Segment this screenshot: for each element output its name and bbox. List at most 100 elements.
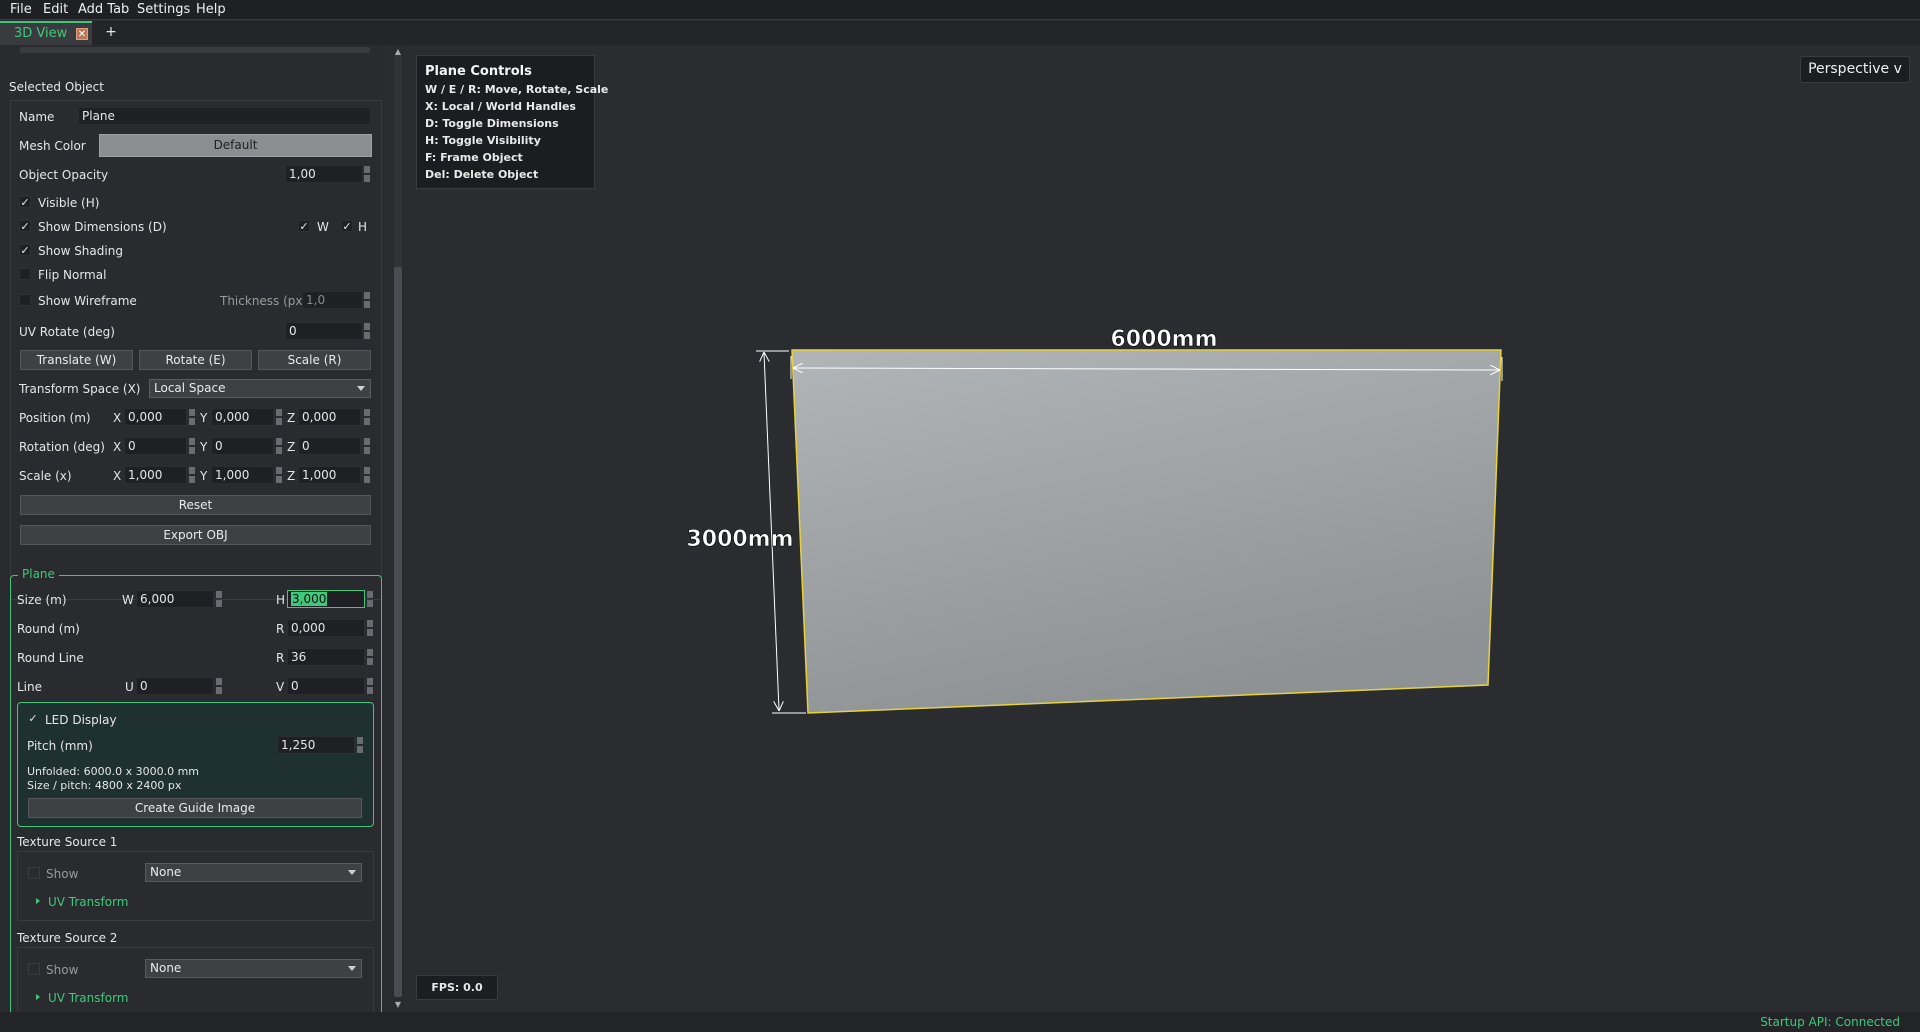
transform-space-label: Transform Space (X) — [19, 382, 141, 396]
show-shading-checkbox[interactable]: ✓ — [19, 244, 31, 256]
size-h-field[interactable]: 3,000 — [287, 590, 365, 608]
rotation-x-stepper[interactable] — [189, 437, 195, 455]
texture-1-uv-transform[interactable]: UV Transform — [48, 895, 129, 909]
scale-z-stepper[interactable] — [364, 466, 370, 484]
chevron-down-icon — [348, 966, 356, 971]
line-u-stepper[interactable] — [216, 677, 222, 695]
controls-line: Del: Delete Object — [425, 168, 539, 181]
round-stepper[interactable] — [367, 619, 373, 637]
uv-rotate-stepper[interactable] — [364, 322, 370, 340]
add-tab-button[interactable]: + — [100, 24, 122, 42]
rotation-z-stepper[interactable] — [364, 437, 370, 455]
thickness-field[interactable]: 1,0 — [302, 291, 363, 309]
led-display-checkbox[interactable]: ✓ — [27, 713, 39, 725]
scale-y-field[interactable]: 1,000 — [211, 466, 274, 484]
visible-checkbox[interactable]: ✓ — [19, 196, 31, 208]
scroll-down-icon[interactable]: ▼ — [393, 1000, 403, 1010]
flip-normal-checkbox[interactable] — [19, 268, 31, 280]
size-w-stepper[interactable] — [216, 590, 222, 608]
position-x-stepper[interactable] — [189, 408, 195, 426]
scale-button[interactable]: Scale (R) — [258, 350, 371, 370]
scale-z-axis: Z — [287, 469, 296, 483]
position-y-stepper[interactable] — [276, 408, 282, 426]
mesh-color-button[interactable]: Default — [99, 134, 372, 157]
mesh-color-label: Mesh Color — [19, 139, 86, 153]
texture-2-show-label: Show — [46, 963, 79, 977]
width-dimension-label: 6000mm — [1110, 327, 1217, 352]
position-z-field[interactable]: 0,000 — [298, 408, 361, 426]
dim-w-checkbox[interactable]: ✓ — [298, 220, 310, 232]
line-v-field[interactable]: 0 — [287, 677, 365, 695]
reset-button[interactable]: Reset — [20, 495, 371, 515]
caret-right-icon[interactable] — [36, 898, 40, 904]
transform-space-select[interactable]: Local Space — [149, 379, 371, 398]
rotation-z-field[interactable]: 0 — [298, 437, 361, 455]
round-line-stepper[interactable] — [367, 648, 373, 666]
panel-scrollbar[interactable]: ▲ ▼ — [392, 45, 404, 1012]
pitch-field[interactable]: 1,250 — [277, 736, 355, 754]
position-z-stepper[interactable] — [364, 408, 370, 426]
tab-bar: 3D View ✕ + — [0, 21, 1920, 45]
show-dimensions-checkbox[interactable]: ✓ — [19, 220, 31, 232]
plane-title: Plane — [18, 567, 59, 581]
scale-y-stepper[interactable] — [276, 466, 282, 484]
texture-2-show-checkbox[interactable] — [28, 963, 40, 975]
texture-2-uv-transform[interactable]: UV Transform — [48, 991, 129, 1005]
line-u-field[interactable]: 0 — [136, 677, 214, 695]
caret-right-icon[interactable] — [36, 994, 40, 1000]
close-icon[interactable]: ✕ — [76, 28, 88, 40]
opacity-field[interactable]: 1,00 — [285, 165, 363, 183]
menu-file[interactable]: File — [10, 2, 32, 17]
thickness-label: Thickness (px) — [220, 294, 308, 308]
rotate-button[interactable]: Rotate (E) — [139, 350, 252, 370]
translate-button[interactable]: Translate (W) — [20, 350, 133, 370]
position-y-field[interactable]: 0,000 — [211, 408, 274, 426]
size-h-stepper[interactable] — [367, 590, 373, 608]
scale-x-stepper[interactable] — [189, 466, 195, 484]
pitch-stepper[interactable] — [357, 736, 363, 754]
menu-add-tab[interactable]: Add Tab — [78, 2, 129, 17]
texture-2-source-select[interactable]: None — [145, 959, 362, 978]
menu-settings[interactable]: Settings — [137, 2, 190, 17]
name-field[interactable]: Plane — [78, 107, 371, 125]
opacity-stepper[interactable] — [364, 165, 370, 183]
rotation-y-field[interactable]: 0 — [211, 437, 274, 455]
round-r-label: R — [276, 622, 285, 636]
tab-3d-view[interactable]: 3D View ✕ — [0, 21, 92, 45]
round-line-field[interactable]: 36 — [287, 648, 365, 666]
plane-mesh[interactable] — [791, 349, 1502, 714]
texture-1-show-checkbox[interactable] — [28, 867, 40, 879]
size-w-field[interactable]: 6,000 — [136, 590, 214, 608]
controls-line: X: Local / World Handles — [425, 100, 576, 113]
position-label: Position (m) — [19, 411, 91, 425]
round-field[interactable]: 0,000 — [287, 619, 365, 637]
3d-viewport[interactable]: 6000mm 3000mm — [416, 45, 1920, 1012]
scale-x-field[interactable]: 1,000 — [124, 466, 187, 484]
perspective-dropdown[interactable]: Perspective v — [1800, 56, 1910, 83]
position-x-field[interactable]: 0,000 — [124, 408, 187, 426]
menu-help[interactable]: Help — [196, 2, 226, 17]
pitch-label: Pitch (mm) — [27, 739, 93, 753]
chevron-down-icon — [357, 386, 365, 391]
rotation-y-stepper[interactable] — [276, 437, 282, 455]
scale-z-field[interactable]: 1,000 — [298, 466, 361, 484]
dim-h-checkbox[interactable]: ✓ — [341, 220, 353, 232]
plane-controls-title: Plane Controls — [425, 64, 532, 79]
line-v-stepper[interactable] — [367, 677, 373, 695]
rotation-x-field[interactable]: 0 — [124, 437, 187, 455]
size-h-value: 3,000 — [291, 592, 328, 606]
show-wireframe-checkbox[interactable] — [19, 294, 31, 306]
transform-space-value: Local Space — [154, 381, 226, 395]
status-bar: Startup API: Connected — [0, 1012, 1920, 1032]
uv-rotate-field[interactable]: 0 — [285, 322, 363, 340]
thickness-stepper[interactable] — [364, 291, 370, 309]
viewport-canvas[interactable]: 6000mm 3000mm — [416, 45, 1920, 1012]
scrollbar-thumb[interactable] — [394, 267, 402, 997]
line-u-label: U — [125, 680, 134, 694]
create-guide-image-button[interactable]: Create Guide Image — [28, 798, 362, 818]
export-obj-button[interactable]: Export OBJ — [20, 525, 371, 545]
texture-source-1-group — [17, 851, 374, 921]
texture-1-source-select[interactable]: None — [145, 863, 362, 882]
plane-controls-overlay: Plane Controls W / E / R: Move, Rotate, … — [416, 55, 608, 189]
menu-edit[interactable]: Edit — [43, 2, 68, 17]
